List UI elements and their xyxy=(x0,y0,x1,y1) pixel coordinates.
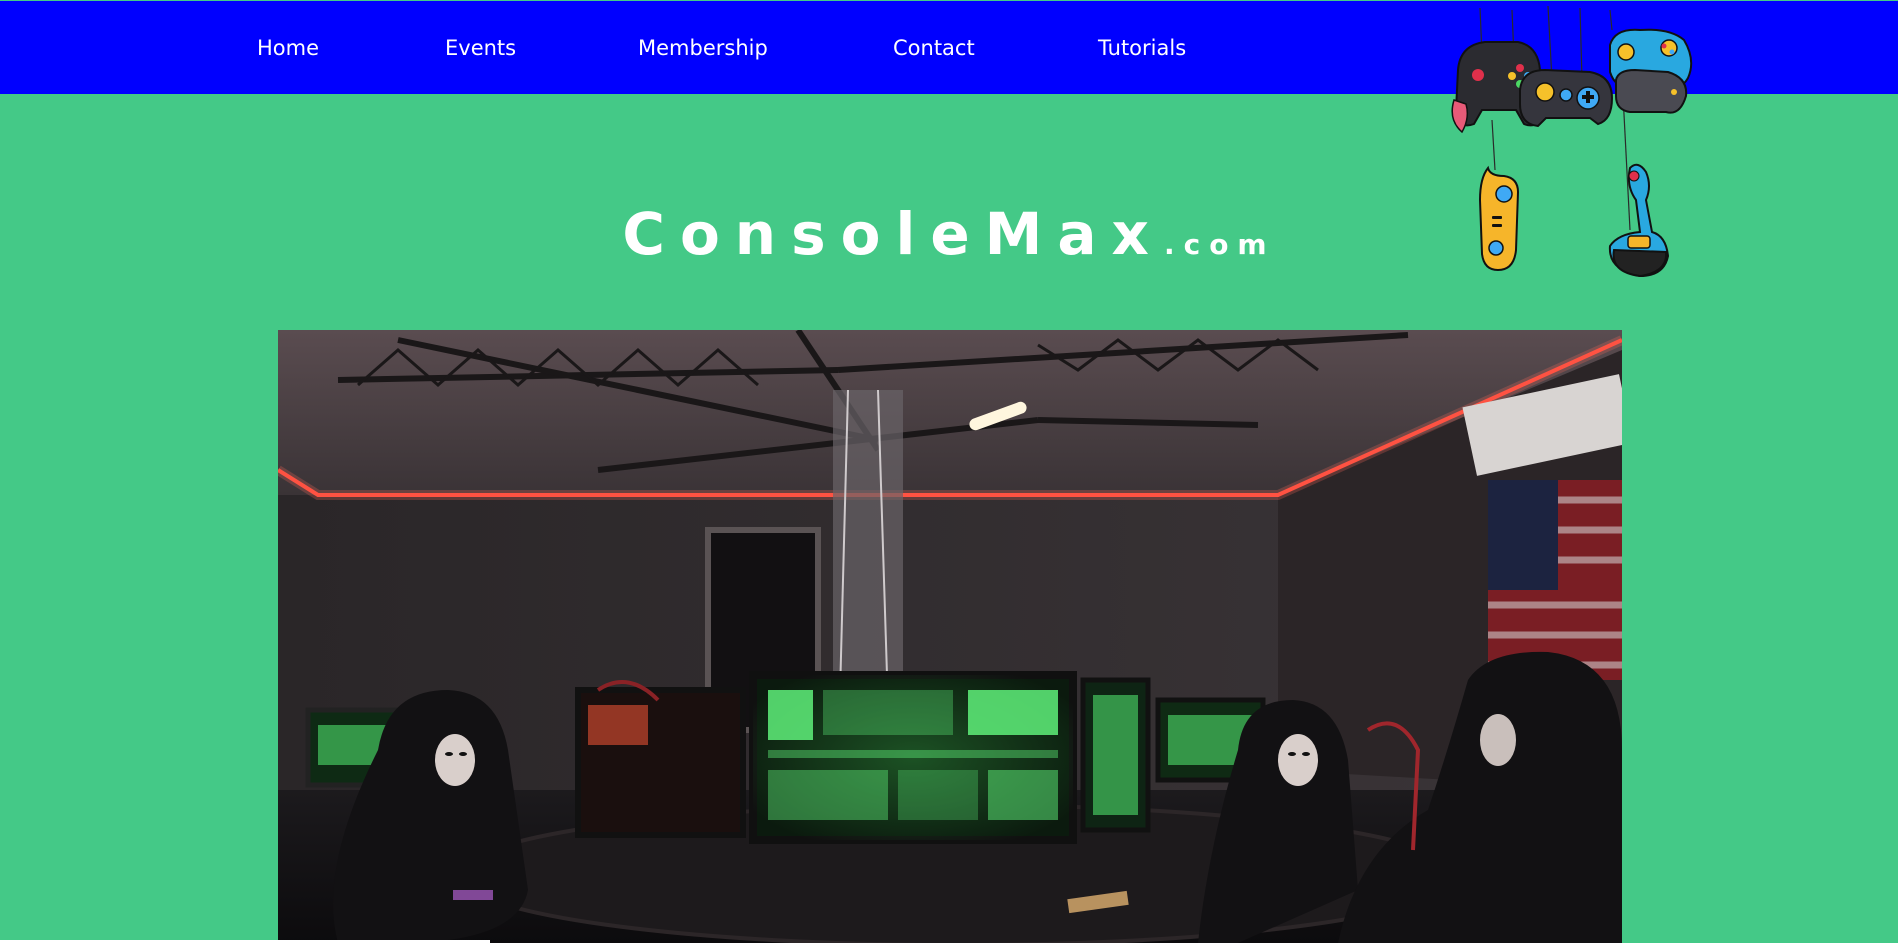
site-logo[interactable]: ConsoleMax.com xyxy=(0,200,1898,268)
logo-domain-suffix: .com xyxy=(1163,228,1276,261)
nav-link-events[interactable]: Events xyxy=(445,36,516,60)
logo-wordmark: ConsoleMax xyxy=(622,200,1164,268)
nav-link-tutorials[interactable]: Tutorials xyxy=(1098,36,1186,60)
nav-link-home[interactable]: Home xyxy=(257,36,319,60)
nav-link-membership[interactable]: Membership xyxy=(638,36,768,60)
nav-link-contact[interactable]: Contact xyxy=(893,36,975,60)
hero-image xyxy=(278,330,1622,943)
gaming-room-photo xyxy=(278,330,1622,943)
